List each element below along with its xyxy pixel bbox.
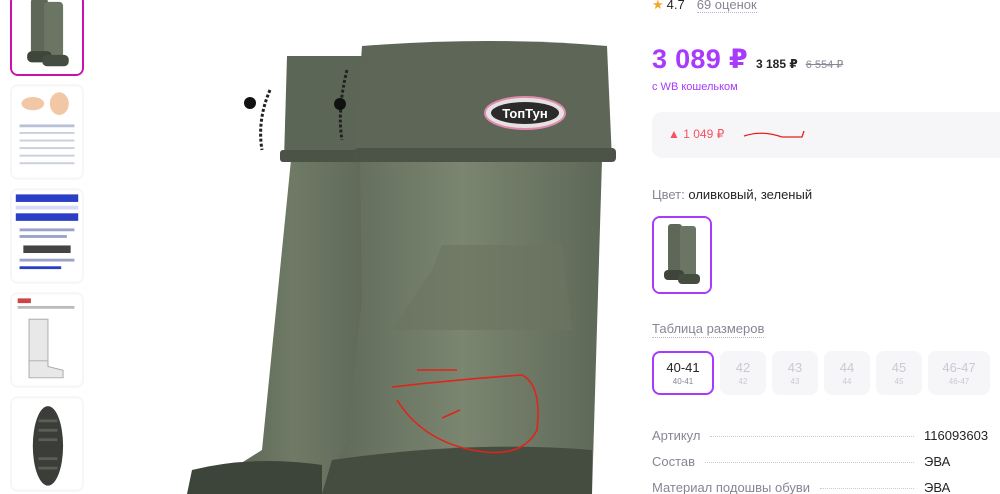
annotation-scribble [743, 130, 805, 138]
size-option-46-47[interactable]: 46-47 46-47 [928, 351, 990, 395]
thumbnail-list [10, 0, 86, 494]
size-selector: 40-41 40-41 42 42 43 43 44 44 45 45 46-4… [652, 351, 990, 395]
size-option-40-41[interactable]: 40-41 40-41 [652, 351, 714, 395]
price-change-box: ▲ 1 049 ₽ [652, 112, 1000, 158]
brand-logo-text: ТопТун [502, 106, 547, 121]
rating-row: ★ 4.7 69 оценок [652, 0, 757, 13]
star-icon: ★ [652, 0, 664, 12]
boots-thumbnail-image [12, 0, 82, 74]
price-change-value: ▲ 1 049 ₽ [668, 127, 725, 141]
color-option-olive[interactable] [652, 216, 712, 294]
price-row: 3 089 ₽ 3 185 ₽ 6 554 ₽ [652, 44, 843, 75]
thumbnail-sole-tread[interactable] [10, 396, 84, 492]
product-params: Артикул 116093603 Состав ЭВА Материал по… [652, 428, 1000, 494]
info-card-thumbnail-image [12, 190, 82, 282]
sole-thumbnail-image [12, 398, 82, 490]
size-option-44[interactable]: 44 44 [824, 351, 870, 395]
thumbnail-foot-size-guide[interactable] [10, 84, 84, 180]
color-value: оливковый, зеленый [688, 187, 813, 202]
wallet-note[interactable]: с WB кошельком [652, 81, 738, 93]
product-info-panel: ★ 4.7 69 оценок 3 089 ₽ 3 185 ₽ 6 554 ₽ с… [652, 0, 1000, 494]
reviews-link[interactable]: 69 оценок [696, 0, 757, 13]
size-option-45[interactable]: 45 45 [876, 351, 922, 395]
param-row-sole-material: Материал подошвы обуви ЭВА [652, 480, 951, 494]
current-price: 3 089 ₽ [652, 44, 748, 74]
wallet-price: 3 185 ₽ [755, 57, 798, 71]
size-table-link[interactable]: Таблица размеров [652, 321, 765, 338]
liner-thumbnail-image [12, 294, 82, 386]
size-option-42[interactable]: 42 42 [720, 351, 766, 395]
rubber-boots-image: ТопТун [187, 41, 616, 494]
thumbnail-boots-photo[interactable] [10, 0, 84, 76]
rating-value: 4.7 [666, 0, 685, 12]
thumbnail-insert-liner[interactable] [10, 292, 84, 388]
main-product-image[interactable]: ТопТун [92, 0, 632, 494]
article-number[interactable]: 116093603 [924, 428, 1000, 443]
thumbnail-brand-info-card[interactable] [10, 188, 84, 284]
size-option-43[interactable]: 43 43 [772, 351, 818, 395]
color-option-image [654, 218, 710, 292]
old-price: 6 554 ₽ [805, 59, 844, 71]
param-row-composition: Состав ЭВА [652, 454, 951, 469]
color-label: Цвет: оливковый, зеленый [652, 187, 813, 202]
size-guide-thumbnail-image [12, 86, 82, 178]
param-row-article: Артикул 116093603 [652, 428, 1000, 454]
